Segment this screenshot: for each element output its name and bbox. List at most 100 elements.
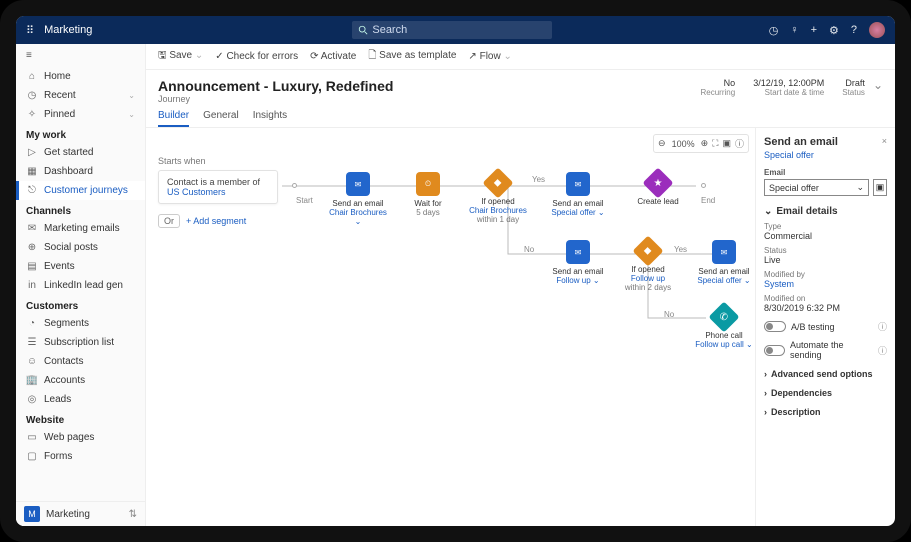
- sidebar-item-label: Recent: [44, 90, 76, 101]
- info-icon[interactable]: ⓘ: [878, 320, 887, 333]
- details-panel: × Send an email Special offer Email Spec…: [755, 128, 895, 526]
- list-icon: ☰: [26, 337, 38, 348]
- detail-field: TypeCommercial: [764, 222, 887, 241]
- node-create-lead[interactable]: ★ Create lead: [628, 172, 688, 206]
- bulb-icon[interactable]: ♀: [790, 24, 798, 36]
- automate-sending-toggle[interactable]: Automate the sendingⓘ: [764, 340, 887, 360]
- chevron-down-icon: ⌄: [128, 110, 135, 119]
- sidebar-item-label: Events: [44, 261, 75, 272]
- timer-icon[interactable]: ◷: [769, 24, 779, 37]
- header-meta: DraftStatus: [842, 78, 865, 97]
- chevron-down-icon[interactable]: ⌄: [873, 78, 883, 92]
- sidebar-item-recent[interactable]: ◷ Recent ⌄: [16, 86, 145, 105]
- flow-button[interactable]: ↗ Flow ⌄: [468, 51, 511, 62]
- info-icon[interactable]: ⓘ: [878, 344, 887, 357]
- target-icon: ◎: [26, 394, 38, 405]
- topbar: ⠿ Marketing Search ◷ ♀ + ⚙ ?: [16, 16, 895, 44]
- sidebar-item-events[interactable]: ▤Events: [16, 257, 145, 276]
- help-icon[interactable]: ?: [851, 24, 857, 36]
- pin-icon: ✧: [26, 109, 38, 120]
- updown-icon[interactable]: ⇅: [129, 509, 137, 520]
- detail-field: Modified on8/30/2019 6:32 PM: [764, 294, 887, 313]
- node-if-opened-1[interactable]: ◆ If opened Chair Brochures within 1 day: [468, 172, 528, 224]
- sidebar-item-customer-journeys[interactable]: ⎋Customer journeys: [16, 181, 145, 200]
- gear-icon[interactable]: ⚙: [829, 24, 839, 37]
- tab-builder[interactable]: Builder: [158, 110, 189, 127]
- sidebar-item-accounts[interactable]: 🏢 Accounts: [16, 371, 145, 390]
- grid-icon: ▦: [26, 166, 38, 177]
- check-errors-button[interactable]: ✓ Check for errors: [215, 51, 298, 62]
- phone-icon: ✆: [708, 301, 739, 332]
- tab-general[interactable]: General: [203, 110, 239, 127]
- node-wait[interactable]: ⏲ Wait for 5 days: [398, 172, 458, 217]
- section-dependencies[interactable]: ›Dependencies: [764, 388, 887, 398]
- app-frame: ⠿ Marketing Search ◷ ♀ + ⚙ ? ≡ ⌂ Home ◷ Rec…: [0, 0, 911, 542]
- app-footer-label: Marketing: [46, 509, 90, 520]
- sidebar-item-linkedin-lead-gen[interactable]: inLinkedIn lead gen: [16, 276, 145, 295]
- search-input[interactable]: Search: [352, 21, 552, 39]
- clock-icon: ◷: [26, 90, 38, 101]
- app-title: Marketing: [44, 24, 92, 36]
- start-label: Start: [296, 196, 313, 205]
- sidebar-item-web-pages[interactable]: ▭Web pages: [16, 428, 145, 447]
- detail-field: Modified bySystem: [764, 270, 887, 289]
- sidebar-item-leads[interactable]: ◎ Leads: [16, 390, 145, 409]
- tabs: Builder General Insights: [146, 104, 895, 128]
- sidebar-item-contacts[interactable]: ☺Contacts: [16, 352, 145, 371]
- info-icon[interactable]: ⓘ: [735, 137, 744, 150]
- journey-canvas[interactable]: ⊖ 100% ⊕ ⛶ ▣ ⓘ Starts when Contact is a …: [146, 128, 755, 526]
- sidebar-item-subscription-list[interactable]: ☰Subscription list: [16, 333, 145, 352]
- sidebar-item-pinned[interactable]: ✧Pinned⌄: [16, 105, 145, 124]
- sidebar-item-label: Accounts: [44, 375, 85, 386]
- node-email-3[interactable]: ✉ Send an email Follow up ⌄: [548, 240, 608, 285]
- sidebar-footer[interactable]: M Marketing ⇅: [16, 501, 145, 526]
- lead-icon: ★: [642, 167, 673, 198]
- sidebar-item-dashboard[interactable]: ▦ Dashboard: [16, 162, 145, 181]
- sidebar-item-label: Home: [44, 71, 71, 82]
- sidebar-item-forms[interactable]: ▢Forms: [16, 447, 145, 466]
- avatar[interactable]: [869, 22, 885, 38]
- sidebar-item-label: Marketing emails: [44, 223, 120, 234]
- plus-icon[interactable]: +: [811, 24, 817, 36]
- section-description[interactable]: ›Description: [764, 407, 887, 417]
- header-meta: 3/12/19, 12:00PMStart date & time: [753, 78, 824, 97]
- save-button[interactable]: 🖫 Save ⌄: [158, 48, 203, 65]
- activate-button[interactable]: ⟳ Activate: [310, 51, 356, 62]
- ab-testing-toggle[interactable]: A/B testingⓘ: [764, 320, 887, 333]
- node-phone-call[interactable]: ✆ Phone call Follow up call ⌄: [694, 306, 754, 349]
- sidebar-item-label: Customer journeys: [44, 185, 128, 196]
- sidebar-item-get-started[interactable]: ▷Get started: [16, 143, 145, 162]
- tab-insights[interactable]: Insights: [253, 110, 287, 127]
- sidebar-item-segments[interactable]: ◔Segments: [16, 314, 145, 333]
- main: 🖫 Save ⌄ ✓ Check for errors ⟳ Activate 🗋…: [146, 44, 895, 526]
- node-email-1[interactable]: ✉ Send an email Chair Brochures ⌄: [328, 172, 388, 226]
- sidebar-item-label: Segments: [44, 318, 89, 329]
- section-advanced[interactable]: ›Advanced send options: [764, 369, 887, 379]
- section-head: Customers: [16, 295, 145, 314]
- mail-icon: ✉: [26, 223, 38, 234]
- building-icon: 🏢: [26, 375, 38, 386]
- node-if-opened-2[interactable]: ◆ If opened Follow up within 2 days: [618, 240, 678, 292]
- sidebar-item-social-posts[interactable]: ⊕Social posts: [16, 238, 145, 257]
- email-new-button[interactable]: ▣: [873, 179, 887, 196]
- node-email-2[interactable]: ✉ Send an email Special offer ⌄: [548, 172, 608, 217]
- section-email-details[interactable]: ⌄Email details: [764, 206, 887, 217]
- home-icon: ⌂: [26, 71, 38, 82]
- email-icon: ✉: [566, 240, 590, 264]
- sidebar-item-home[interactable]: ⌂ Home: [16, 67, 145, 86]
- waffle-icon[interactable]: ⠿: [26, 24, 34, 37]
- chevron-down-icon: ⌄: [128, 91, 135, 100]
- sidebar-item-marketing-emails[interactable]: ✉ Marketing emails: [16, 219, 145, 238]
- section-head: Website: [16, 409, 145, 428]
- email-select[interactable]: Special offer⌄: [764, 179, 869, 196]
- sidebar-item-label: Social posts: [44, 242, 98, 253]
- panel-record-link[interactable]: Special offer: [764, 150, 887, 160]
- sidebar-item-label: Leads: [44, 394, 71, 405]
- topbar-actions: ◷ ♀ + ⚙ ?: [769, 22, 885, 38]
- sidebar-item-label: Dashboard: [44, 166, 93, 177]
- command-bar: 🖫 Save ⌄ ✓ Check for errors ⟳ Activate 🗋…: [146, 44, 895, 70]
- node-email-4[interactable]: ✉ Send an email Special offer ⌄: [694, 240, 754, 285]
- close-icon[interactable]: ×: [882, 136, 887, 146]
- hamburger-icon[interactable]: ≡: [16, 44, 145, 67]
- save-template-button[interactable]: 🗋 Save as template: [368, 48, 456, 65]
